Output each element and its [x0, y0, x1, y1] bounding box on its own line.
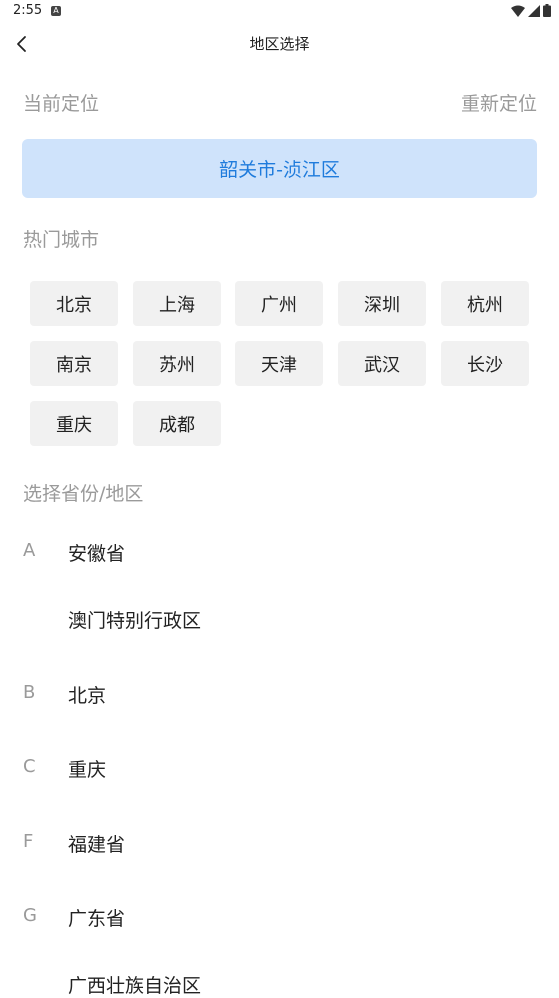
status-icons	[511, 4, 551, 17]
province-item[interactable]: 广东省	[68, 904, 125, 931]
hot-city-button[interactable]: 重庆	[30, 401, 118, 446]
hot-city-button[interactable]: 武汉	[338, 341, 426, 386]
hot-city-button[interactable]: 苏州	[133, 341, 221, 386]
index-letter: B	[23, 682, 36, 703]
province-item[interactable]: 重庆	[68, 755, 106, 782]
hot-city-button[interactable]: 南京	[30, 341, 118, 386]
index-letter: C	[23, 756, 36, 777]
current-location-label: 当前定位	[23, 93, 100, 115]
top-app-bar: 地区选择	[0, 24, 559, 64]
notification-app-icon: A	[51, 6, 61, 16]
hot-city-button[interactable]: 成都	[133, 401, 221, 446]
hot-city-button[interactable]: 天津	[235, 341, 323, 386]
status-time: 2:55	[13, 3, 43, 18]
battery-icon	[543, 4, 551, 17]
wifi-icon	[511, 5, 525, 17]
hot-city-button[interactable]: 上海	[133, 281, 221, 326]
relocate-button[interactable]: 重新定位	[461, 89, 537, 116]
hot-cities-label: 热门城市	[23, 229, 100, 251]
hot-city-button[interactable]: 北京	[30, 281, 118, 326]
current-location-card[interactable]: 韶关市-浈江区	[22, 139, 537, 198]
hot-city-button[interactable]: 广州	[235, 281, 323, 326]
hot-city-button[interactable]: 长沙	[441, 341, 529, 386]
hot-city-button[interactable]: 杭州	[441, 281, 529, 326]
index-letter: F	[23, 831, 34, 852]
province-item[interactable]: 广西壮族自治区	[68, 971, 201, 998]
province-item[interactable]: 澳门特别行政区	[68, 606, 201, 633]
status-bar: 2:55 A	[0, 0, 559, 24]
index-letter: G	[23, 905, 37, 926]
province-section-label: 选择省份/地区	[23, 483, 144, 505]
province-item[interactable]: 北京	[68, 681, 106, 708]
province-item[interactable]: 安徽省	[68, 539, 125, 566]
province-item[interactable]: 福建省	[68, 830, 125, 857]
hot-city-button[interactable]: 深圳	[338, 281, 426, 326]
index-letter: A	[23, 540, 36, 561]
current-location-text: 韶关市-浈江区	[219, 159, 340, 181]
signal-icon	[528, 4, 540, 17]
page-title: 地区选择	[249, 35, 310, 53]
